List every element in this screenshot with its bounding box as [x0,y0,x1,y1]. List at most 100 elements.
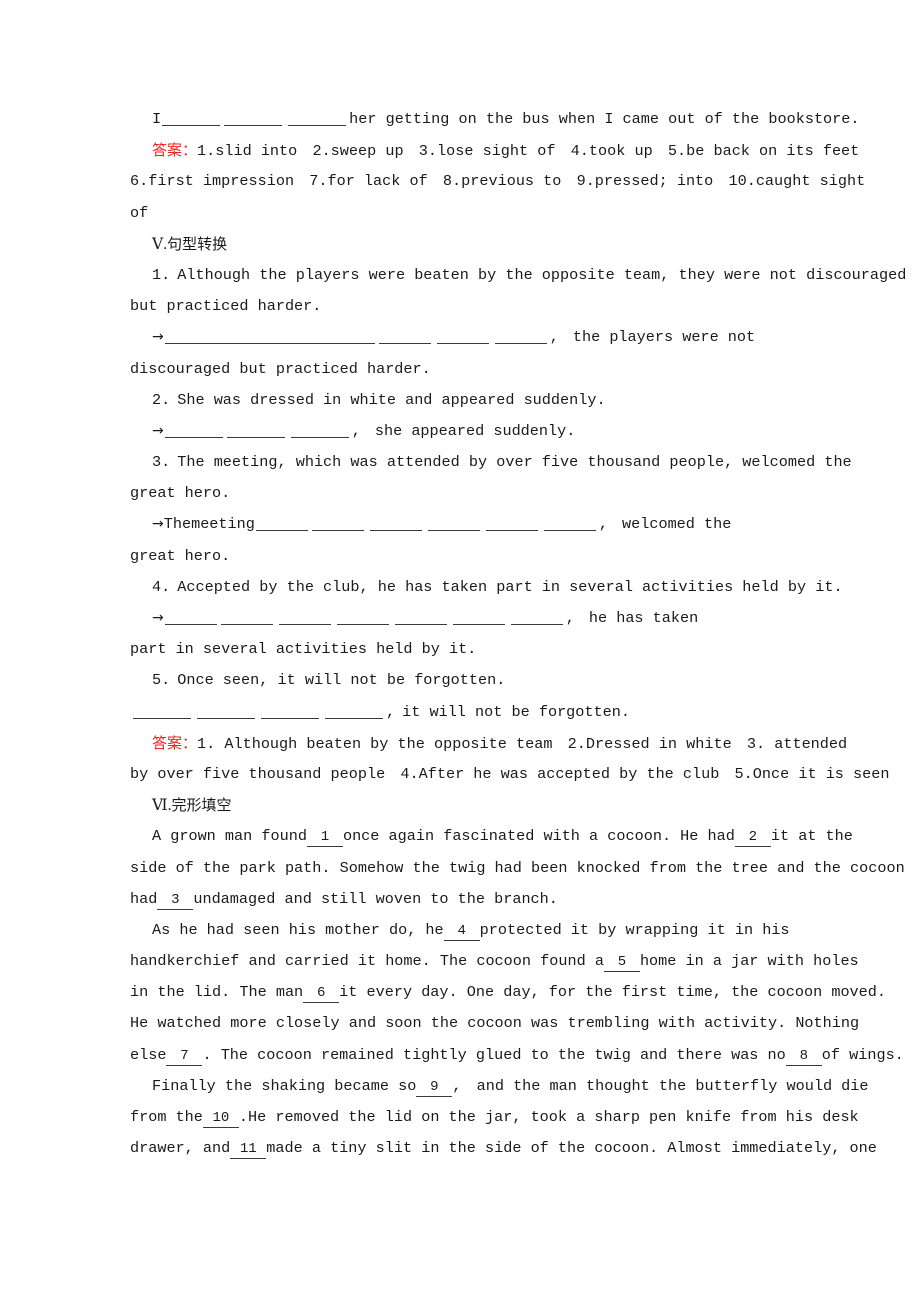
arrow-icon: → [152,422,164,439]
cloze-blank-2[interactable]: 2 [734,829,771,848]
cloze-blank-7[interactable]: 7 [166,1048,203,1066]
item-prompt: She was dressed in white and appeared su… [177,390,606,409]
cloze-blank-11[interactable]: 11 [230,1141,267,1160]
answer-label: 答案： [152,733,198,752]
item-answer-tail: it will not be forgotten. [402,702,630,721]
answer-blank[interactable] [427,517,480,532]
section-v-numeral: Ⅴ. [152,235,168,253]
cloze-blank-3[interactable]: 3 [157,892,194,910]
item-prompt: The meeting, which was attended by over … [177,453,852,472]
item-answer-tail: welcomed the [622,515,732,534]
answer-blank[interactable] [369,517,422,532]
cloze-text: of wings. [821,1045,904,1064]
answer-blank[interactable] [494,330,547,345]
section-v-answer-line-2: by over five thousand people 4.After he … [130,759,890,790]
answer-blank[interactable] [255,517,308,532]
section-vi-heading: Ⅵ.完形填空 [130,790,820,821]
cloze-p3-line-1: Finally the shaking became so 9, and the … [130,1071,869,1102]
cloze-text: protected it by wrapping it in his [479,920,790,939]
arrow-icon: → [152,516,164,533]
answer-blank[interactable] [510,611,563,625]
answer-label: 答案： [152,141,198,160]
cloze-text: .He removed the lid on the jar, took a s… [238,1108,859,1126]
answer-blank[interactable] [394,611,447,625]
section-v-answer-line-1: 答案：1. Although beaten by the opposite te… [130,728,847,759]
question-10-prefix: I [152,110,162,128]
section-v-answers-1: 1. Although beaten by the opposite team … [197,734,848,753]
cloze-p1-line-2: side of the park path. Somehow the twig … [130,853,905,884]
answer-blank[interactable] [220,611,273,625]
cloze-blank-4[interactable]: 4 [443,923,480,941]
cloze-text: it every day. One day, for the first tim… [339,983,887,1002]
answer-blank[interactable] [288,112,347,126]
answer-blank[interactable] [436,330,489,345]
answer-blank[interactable] [261,705,319,719]
section-v-heading: Ⅴ.句型转换 [130,229,820,260]
section-v-item-4-answer-line: →, he has taken [152,609,699,627]
section-v-title: 句型转换 [167,234,228,253]
section-iv-answer-line-2: 6.first impression 7.for lack of 8.previ… [130,166,865,197]
answer-blank[interactable] [164,330,375,345]
section-v-item-3-prompt-line-1: 3. The meeting, which was attended by ove… [130,447,852,478]
arrow-icon: → [152,329,164,346]
page-content: Iher getting on the bus when I came out … [130,104,906,1164]
section-v-item-4-answer-line-2: part in several activities held by it. [130,634,820,665]
cloze-blank-5[interactable]: 5 [603,954,640,973]
cloze-text: from the [130,1108,203,1126]
section-v-item-5-prompt-line-1: 5. Once seen, it will not be forgotten. [130,665,820,696]
cloze-blank-10[interactable]: 10 [202,1110,239,1128]
answer-blank[interactable] [226,424,285,438]
cloze-text: As he had seen his mother do, he [152,920,444,939]
cloze-text: else [130,1045,167,1064]
item-answer-cont: discouraged but practiced harder. [130,359,431,378]
cloze-text: had [130,889,158,908]
section-v-item-1-prompt-line-1: 1. Although the players were beaten by th… [130,260,906,291]
section-vi-title: 完形填空 [171,796,232,815]
answer-blank[interactable] [452,611,505,625]
section-iv-answers-1: 1.slid into 2.sweep up 3.lose sight of 4… [197,142,860,161]
cloze-text: undamaged and still woven to the branch. [193,889,558,908]
cloze-p2-line-1: As he had seen his mother do, he 4 protect… [130,915,820,946]
section-iv-answers-3: of [130,203,149,222]
answer-blank[interactable] [197,705,255,719]
answer-blank[interactable] [378,330,431,345]
cloze-text: Finally the shaking became so [152,1076,417,1095]
answer-blank[interactable] [311,517,364,532]
section-vi-numeral: Ⅵ. [152,797,172,815]
section-v-item-2-prompt-line-1: 2. She was dressed in white and appeared … [130,385,820,416]
cloze-text: in the lid. The man [130,983,304,1002]
document-page: Iher getting on the bus when I came out … [0,0,920,1302]
cloze-blank-9[interactable]: 9 [416,1079,453,1097]
answer-blank[interactable] [224,112,283,126]
cloze-p1-line-3: had 3 undamaged and still woven to the bra… [130,884,820,915]
cloze-blank-1[interactable]: 1 [306,829,343,848]
answer-blank[interactable] [485,517,538,532]
answer-blank[interactable] [164,611,217,625]
cloze-p3-line-3: drawer, and 11 made a tiny slit in the sid… [130,1133,877,1164]
answer-blank[interactable] [290,424,349,438]
section-iv-answer-line-3: of [130,198,820,229]
item-number: 5. [152,671,171,690]
cloze-text: handkerchief and carried it home. The co… [130,952,604,971]
answer-blank[interactable] [325,705,383,719]
section-v-item-3-answer-line: →Themeeting, welcomed the [152,515,732,534]
item-prompt: Once seen, it will not be forgotten. [177,671,506,690]
item-prompt-cont: but practiced harder. [130,297,322,316]
cloze-blank-6[interactable]: 6 [303,985,340,1004]
answer-blank[interactable] [133,705,191,719]
answer-blank[interactable] [278,611,331,625]
answer-blank[interactable] [162,112,221,126]
item-answer-tail: the players were not [572,328,756,347]
cloze-text: . The cocoon remained tightly glued to t… [202,1045,786,1064]
section-v-item-1-answer-line: →, the players were not [152,328,756,347]
question-10-line: Iher getting on the bus when I came out … [130,104,860,135]
answer-blank[interactable] [543,517,596,532]
item-number: 3. [152,453,171,472]
arrow-icon: → [152,610,164,626]
answer-blank[interactable] [336,611,389,625]
answer-blank[interactable] [164,424,223,438]
cloze-blank-8[interactable]: 8 [785,1048,822,1066]
item-number: 2. [152,390,171,409]
item-number: 1. [152,265,171,284]
item-prompt: Although the players were beaten by the … [177,265,907,284]
